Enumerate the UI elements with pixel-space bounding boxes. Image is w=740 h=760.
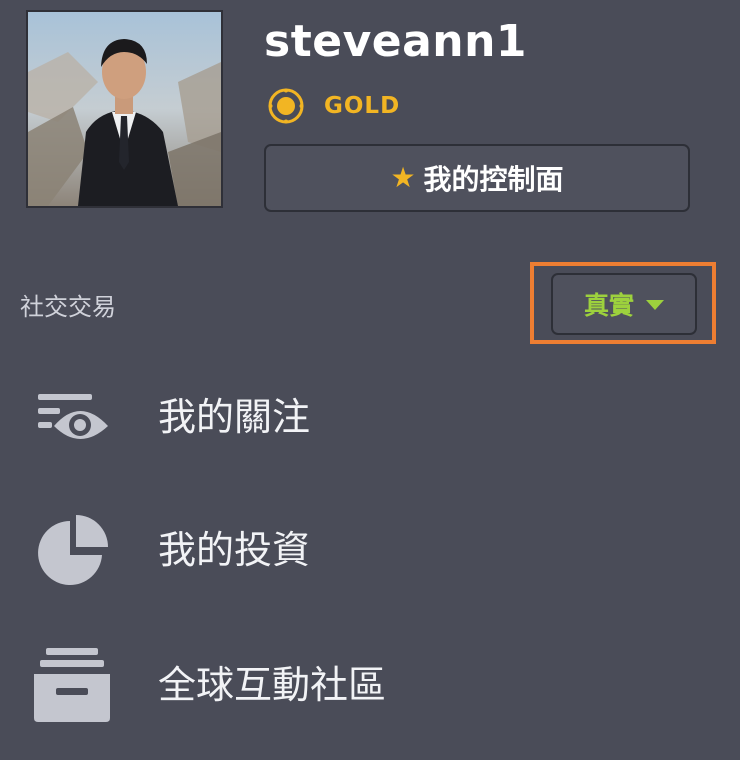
pie-chart-icon (30, 507, 114, 591)
social-trading-label: 社交交易 (20, 293, 116, 321)
dashboard-button[interactable]: ★ 我的控制面 (264, 144, 690, 212)
avatar-photo (28, 12, 221, 206)
menu-item-watchlist[interactable]: 我的關注 (0, 362, 740, 472)
account-mode-label: 真實 (583, 291, 634, 320)
dashboard-button-label: 我的控制面 (423, 163, 564, 196)
community-tray-icon (30, 642, 114, 726)
caret-down-icon (646, 300, 664, 310)
account-mode-dropdown[interactable]: 真實 (551, 273, 697, 335)
menu-item-label: 全球互動社區 (158, 663, 387, 707)
tier-badge: GOLD (268, 86, 400, 126)
avatar[interactable] (26, 10, 223, 208)
sidebar-panel: steveann1 GOLD ★ 我的控制面 社交交易 真實 我的關注 我的投資… (0, 0, 740, 760)
menu-item-investments[interactable]: 我的投資 (0, 495, 740, 605)
star-icon: ★ (390, 161, 416, 194)
eye-watch-icon (30, 372, 114, 456)
menu-item-label: 我的投資 (158, 528, 311, 572)
tier-label: GOLD (324, 93, 401, 119)
gold-medal-icon (268, 88, 304, 124)
menu-item-label: 我的關注 (158, 395, 311, 439)
menu-item-community[interactable]: 全球互動社區 (0, 628, 740, 738)
username: steveann1 (264, 16, 528, 67)
